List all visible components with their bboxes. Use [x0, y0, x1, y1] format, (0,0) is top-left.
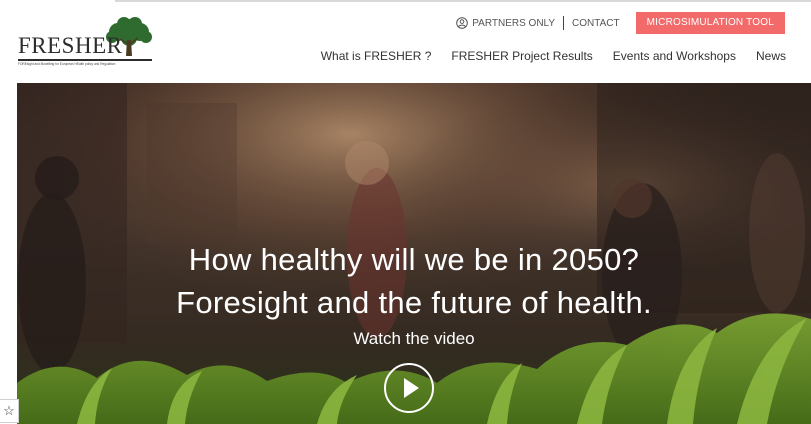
nav-what-is-fresher[interactable]: What is FRESHER ? — [321, 49, 432, 63]
hero-headline-1: How healthy will we be in 2050? — [188, 242, 640, 277]
partners-only-label: PARTNERS ONLY — [472, 17, 556, 29]
util-separator — [563, 16, 565, 30]
nav-events-workshops[interactable]: Events and Workshops — [613, 49, 736, 63]
hero-banner: How healthy will we be in 2050? Foresigh… — [17, 83, 811, 424]
top-divider — [115, 0, 811, 2]
nav-project-results[interactable]: FRESHER Project Results — [451, 49, 592, 63]
main-nav: What is FRESHER ? FRESHER Project Result… — [301, 49, 786, 63]
logo-rule — [18, 59, 152, 61]
fresher-logo[interactable]: FRESHER FOREsight and Modelling for Euro… — [18, 16, 158, 68]
logo-tagline: FOREsight and Modelling for European HEa… — [18, 62, 116, 66]
microsimulation-tool-button[interactable]: MICROSIMULATION TOOL — [635, 12, 785, 34]
hero-headline-2: Foresight and the future of health. — [176, 285, 652, 320]
user-icon — [456, 17, 469, 29]
partners-only-link[interactable]: PARTNERS ONLY — [456, 17, 555, 29]
bookmark-star-icon[interactable]: ☆ — [0, 399, 19, 423]
utility-nav: PARTNERS ONLY CONTACT MICROSIMULATION TO… — [456, 12, 785, 34]
nav-news[interactable]: News — [756, 49, 786, 63]
logo-wordmark: FRESHER — [18, 33, 123, 58]
play-video-button[interactable] — [384, 363, 434, 413]
play-icon — [404, 378, 419, 398]
watch-video-link[interactable]: Watch the video — [17, 329, 811, 349]
contact-link[interactable]: CONTACT — [572, 18, 620, 29]
